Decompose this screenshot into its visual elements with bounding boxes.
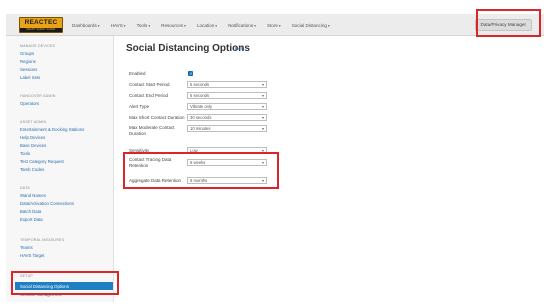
logo-tagline: SMART. SAFER. SAFER. xyxy=(20,28,62,32)
sidebar-item-sessions[interactable]: Sessions xyxy=(20,67,37,72)
sidebar-item-test-category-request[interactable]: Test Category Request xyxy=(20,159,64,164)
sidebar-item-connections[interactable]: Data/Activation Connections xyxy=(20,201,74,206)
enabled-label: Enabled xyxy=(129,71,146,76)
sidebar-item-operators[interactable]: Operators xyxy=(20,101,39,106)
sidebar-item-label: Social Distancing Options xyxy=(20,283,69,289)
max-short-contact-select[interactable]: 30 seconds ▾ xyxy=(187,114,267,121)
field-label: Aggregate Data Retention xyxy=(129,178,182,183)
chevron-down-icon: ▾ xyxy=(123,23,126,28)
field-label: Max Moderate Contact Duration xyxy=(129,125,175,136)
sidebar-item-session-management[interactable]: Session Management xyxy=(20,292,62,297)
menu-store[interactable]: Store▾ xyxy=(267,23,281,28)
field-label: Contact End Period xyxy=(129,93,169,98)
logo-brand: REACTEC xyxy=(24,19,58,26)
chevron-down-icon: ▾ xyxy=(261,160,264,165)
sidebar-item-label-sets[interactable]: Label Sets xyxy=(20,75,40,80)
field-label: Max Short Contact Duration xyxy=(129,115,185,120)
menu-dashboards[interactable]: Dashboards▾ xyxy=(72,23,100,28)
sensitivity-select[interactable]: Low ▾ xyxy=(187,147,267,154)
sidebar: MANAGE DEVICES Groups Regions Sessions L… xyxy=(6,36,114,302)
chevron-down-icon: ▾ xyxy=(215,23,218,28)
chevron-down-icon: ▾ xyxy=(261,178,264,183)
sidebar-item-help-devices[interactable]: Help Devices xyxy=(20,135,45,140)
sidebar-item-teams[interactable]: Teams xyxy=(20,245,33,250)
reactec-logo[interactable]: REACTEC SMART. SAFER. SAFER. xyxy=(19,17,63,33)
sidebar-group-title: SETUP xyxy=(20,274,33,278)
alert-type-select[interactable]: Vibrate only ▾ xyxy=(187,103,267,110)
user-role-button[interactable]: Data/Privacy Manager xyxy=(474,19,532,31)
sidebar-item-base-devices[interactable]: Base Devices xyxy=(20,143,46,148)
help-link[interactable]: Help xyxy=(235,46,244,51)
menu-notifications[interactable]: Notifications▾ xyxy=(228,23,256,28)
sidebar-item-docking-stations[interactable]: Entertainment & Docking Stations xyxy=(20,127,84,132)
chevron-down-icon: ▾ xyxy=(261,82,264,87)
chevron-down-icon: ▾ xyxy=(278,23,281,28)
menu-tools[interactable]: Tools▾ xyxy=(137,23,151,28)
field-label: Contact Start Period xyxy=(129,82,170,87)
sidebar-item-tamb-codes[interactable]: Tamb Codes xyxy=(20,167,44,172)
chevron-down-icon: ▾ xyxy=(261,126,264,131)
menu-social-distancing[interactable]: Social Distancing▾ xyxy=(292,23,330,28)
contact-start-period-select[interactable]: 5 seconds ▾ xyxy=(187,81,267,88)
chevron-down-icon: ▾ xyxy=(148,23,151,28)
page-title: Social Distancing Options xyxy=(126,43,250,54)
contact-tracing-retention-select[interactable]: 6 weeks ▾ xyxy=(187,159,267,166)
chevron-down-icon: ▾ xyxy=(184,23,186,28)
chevron-down-icon: ▾ xyxy=(261,115,264,120)
sidebar-group-title: DATA xyxy=(20,186,30,190)
menu-resources[interactable]: Resources▾ xyxy=(161,23,186,28)
top-navbar: REACTEC SMART. SAFER. SAFER. Dashboards▾… xyxy=(6,14,544,36)
field-label: Contact Tracing Data Retention xyxy=(129,157,172,168)
chevron-down-icon: ▾ xyxy=(261,104,264,109)
chevron-down-icon: ▾ xyxy=(97,23,100,28)
sidebar-item-havs-target[interactable]: HAVS Target xyxy=(20,253,44,258)
sidebar-group-title: HANDOVER ADMIN xyxy=(20,94,56,98)
chevron-down-icon: ▾ xyxy=(327,23,330,28)
sidebar-item-social-distancing-options[interactable]: Social Distancing Options xyxy=(15,282,113,290)
chevron-down-icon: ▾ xyxy=(261,93,264,98)
sidebar-item-export-data[interactable]: Export Data xyxy=(20,217,43,222)
sidebar-group-title: ASSET ADMIN xyxy=(20,120,47,124)
chevron-down-icon: ▾ xyxy=(254,23,256,28)
menu-location[interactable]: Location▾ xyxy=(197,23,217,28)
max-moderate-contact-select[interactable]: 10 minutes ▾ xyxy=(187,125,267,132)
sidebar-item-batch-data[interactable]: Batch Data xyxy=(20,209,41,214)
sidebar-item-regions[interactable]: Regions xyxy=(20,59,36,64)
aggregate-retention-select[interactable]: 6 months ▾ xyxy=(187,177,267,184)
main-content: Social Distancing Options Help Enabled ✓… xyxy=(114,36,544,302)
enabled-checkbox[interactable]: ✓ xyxy=(188,71,193,76)
check-icon: ✓ xyxy=(189,70,194,76)
field-label: Alert Type xyxy=(129,104,150,109)
chevron-down-icon: ▾ xyxy=(261,148,264,153)
sidebar-item-groups[interactable]: Groups xyxy=(20,51,34,56)
sidebar-group-title: TEMPORAL MEASURES xyxy=(20,238,65,242)
sidebar-group-title: MANAGE DEVICES xyxy=(20,44,56,48)
field-label: Sensitivity xyxy=(129,148,150,153)
menu-havs[interactable]: HAVS▾ xyxy=(111,23,126,28)
contact-end-period-select[interactable]: 5 seconds ▾ xyxy=(187,92,267,99)
main-menu: Dashboards▾ HAVS▾ Tools▾ Resources▾ Loca… xyxy=(72,14,341,36)
sidebar-item-tools[interactable]: Tools xyxy=(20,151,30,156)
sidebar-item-wand-names[interactable]: Wand Names xyxy=(20,193,46,198)
